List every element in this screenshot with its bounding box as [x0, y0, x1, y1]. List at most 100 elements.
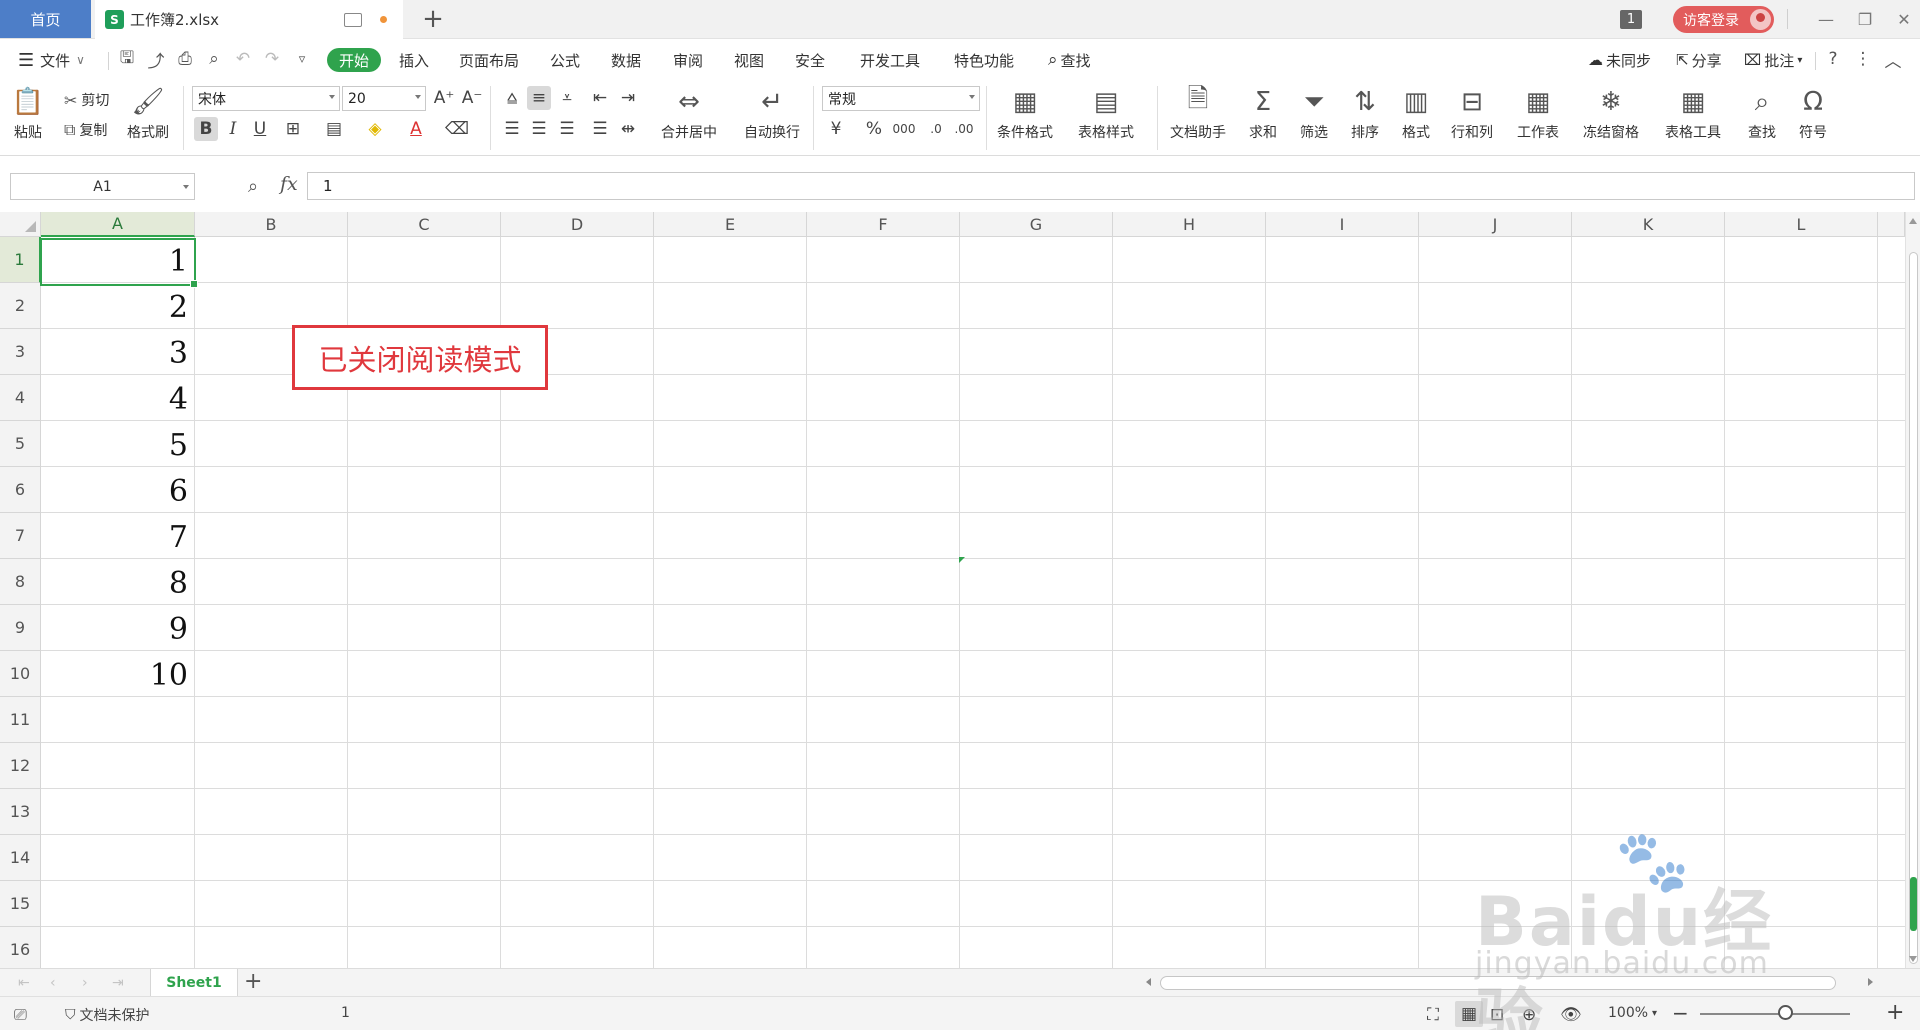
italic-icon[interactable]: I — [221, 117, 245, 141]
doc-helper-button[interactable]: 🗎 文档助手 — [1170, 84, 1226, 142]
row-header-11[interactable]: 11 — [0, 697, 41, 743]
align-bottom-icon[interactable]: ⩡ — [555, 86, 579, 110]
filter-button[interactable]: ⏷ 筛选 — [1298, 86, 1330, 142]
row-header-8[interactable]: 8 — [0, 559, 41, 605]
row-header-7[interactable]: 7 — [0, 513, 41, 559]
number-format-select[interactable]: 常规 — [822, 86, 980, 111]
tab-document[interactable]: S 工作簿2.xlsx — [95, 0, 403, 39]
increase-font-icon[interactable]: A⁺ — [432, 86, 456, 110]
column-header-d[interactable]: D — [501, 212, 654, 237]
indent-decrease-icon[interactable]: ⇤ — [588, 86, 612, 110]
cell-a2[interactable]: 2 — [41, 283, 194, 329]
align-right-icon[interactable]: ☰ — [555, 117, 579, 141]
merge-center-button[interactable]: ⇔ 合并居中 — [661, 86, 717, 142]
window-count-badge[interactable]: 1 — [1620, 10, 1642, 29]
format-painter-button[interactable]: 🖌 格式刷 — [127, 86, 169, 142]
distributed-icon[interactable]: ⇹ — [616, 117, 640, 141]
file-menu[interactable]: ☰ 文件 ∨ — [18, 48, 85, 72]
sync-status[interactable]: ☁ 未同步 — [1588, 48, 1651, 72]
justify-icon[interactable]: ☰ — [588, 117, 612, 141]
bold-icon[interactable]: B — [194, 117, 218, 141]
tab-page-layout[interactable]: 页面布局 — [459, 48, 519, 72]
copy-button[interactable]: ⧉ 复制 — [64, 120, 107, 140]
zoom-level[interactable]: 100% ▾ — [1608, 1005, 1657, 1021]
tab-security[interactable]: 安全 — [795, 48, 825, 72]
row-header-6[interactable]: 6 — [0, 467, 41, 513]
percent-icon[interactable]: % — [862, 117, 886, 141]
reading-mode-icon[interactable]: 👁 — [1560, 1005, 1582, 1025]
sort-button[interactable]: ⇅ 排序 — [1349, 86, 1381, 142]
format-button[interactable]: ▥ 格式 — [1400, 86, 1432, 142]
cell-a1[interactable]: 1 — [41, 237, 194, 283]
column-header-m[interactable] — [1878, 212, 1905, 237]
cell-a6[interactable]: 6 — [41, 467, 194, 513]
cut-button[interactable]: ✂ 剪切 — [64, 90, 109, 110]
cell-a5[interactable]: 5 — [41, 421, 194, 467]
align-center-icon[interactable]: ☰ — [527, 117, 551, 141]
border-icon[interactable]: ⊞ — [281, 117, 305, 141]
tab-formula[interactable]: 公式 — [550, 48, 580, 72]
first-sheet-icon[interactable]: ⇤ — [18, 975, 30, 991]
page-layout-view-icon[interactable]: ⊕ — [1522, 1005, 1536, 1025]
horizontal-scroll-thumb[interactable] — [1160, 976, 1836, 990]
tab-data[interactable]: 数据 — [611, 48, 641, 72]
last-sheet-icon[interactable]: ⇥ — [112, 975, 124, 991]
redo-icon[interactable]: ↷ — [261, 48, 283, 70]
login-button[interactable]: 访客登录 — [1673, 6, 1774, 33]
column-header-f[interactable]: F — [807, 212, 960, 237]
row-header-16[interactable]: 16 — [0, 927, 41, 968]
tab-features[interactable]: 特色功能 — [954, 48, 1014, 72]
cell-a4[interactable]: 4 — [41, 375, 194, 421]
paste-button[interactable]: 📋 粘贴 — [12, 86, 44, 142]
scroll-thumb[interactable] — [1909, 252, 1918, 964]
increase-decimal-icon[interactable]: .0 — [924, 117, 948, 141]
align-middle-icon[interactable]: ≡ — [527, 86, 551, 110]
zoom-slider[interactable] — [1700, 1013, 1850, 1015]
cell-a9[interactable]: 9 — [41, 605, 194, 651]
row-header-10[interactable]: 10 — [0, 651, 41, 697]
currency-icon[interactable]: ¥ — [824, 117, 848, 141]
customize-toolbar-icon[interactable]: ▿ — [291, 48, 313, 70]
cell-a10[interactable]: 10 — [41, 651, 194, 697]
column-header-h[interactable]: H — [1113, 212, 1266, 237]
align-left-icon[interactable]: ☰ — [500, 117, 524, 141]
conditional-format-button[interactable]: ▦ 条件格式 — [997, 86, 1053, 142]
name-box[interactable]: A1 — [10, 173, 195, 200]
column-header-e[interactable]: E — [654, 212, 807, 237]
underline-icon[interactable]: U — [248, 117, 272, 141]
indent-increase-icon[interactable]: ⇥ — [616, 86, 640, 110]
tab-view[interactable]: 视图 — [734, 48, 764, 72]
zoom-in-icon[interactable]: + — [1886, 1000, 1904, 1025]
tab-review[interactable]: 审阅 — [673, 48, 703, 72]
table-tools-button[interactable]: ▦ 表格工具 — [1665, 86, 1721, 142]
sheet-tab-sheet1[interactable]: Sheet1 — [150, 969, 238, 996]
tab-start[interactable]: 开始 — [327, 48, 382, 72]
row-header-1[interactable]: 1 — [0, 237, 41, 283]
zoom-formula-icon[interactable]: ⌕ — [248, 176, 258, 197]
zoom-slider-handle[interactable] — [1778, 1005, 1793, 1020]
align-top-icon[interactable]: ⩠ — [500, 86, 524, 110]
page-break-view-icon[interactable]: ⊡ — [1490, 1005, 1504, 1025]
scroll-left-icon[interactable] — [1146, 978, 1151, 986]
font-color-icon[interactable]: A — [404, 117, 428, 141]
font-name-select[interactable]: 宋体 — [192, 86, 340, 111]
vertical-scrollbar[interactable] — [1905, 212, 1920, 968]
column-header-c[interactable]: C — [348, 212, 501, 237]
wrap-text-button[interactable]: ↵ 自动换行 — [744, 86, 800, 142]
unsaved-dot-icon[interactable] — [380, 16, 387, 23]
print-preview-icon[interactable]: ⌕ — [203, 48, 225, 70]
horizontal-scrollbar[interactable] — [1142, 974, 1878, 991]
collapse-ribbon-icon[interactable]: ︿ — [1882, 48, 1904, 72]
decrease-font-icon[interactable]: A⁻ — [460, 86, 484, 110]
help-icon[interactable]: ? — [1822, 48, 1844, 70]
macro-record-icon[interactable]: ⎚ — [14, 1005, 27, 1025]
freeze-button[interactable]: ❄ 冻结窗格 — [1583, 86, 1639, 142]
search-command[interactable]: ⌕ 查找 — [1048, 48, 1091, 72]
function-icon[interactable]: fx — [280, 173, 298, 195]
row-header-15[interactable]: 15 — [0, 881, 41, 927]
clear-format-icon[interactable]: ⌫ — [445, 117, 469, 141]
thousands-icon[interactable]: 000 — [892, 117, 916, 141]
minimize-icon[interactable]: — — [1811, 5, 1841, 33]
fullscreen-icon[interactable]: ⛶ — [1427, 1005, 1439, 1025]
row-header-5[interactable]: 5 — [0, 421, 41, 467]
